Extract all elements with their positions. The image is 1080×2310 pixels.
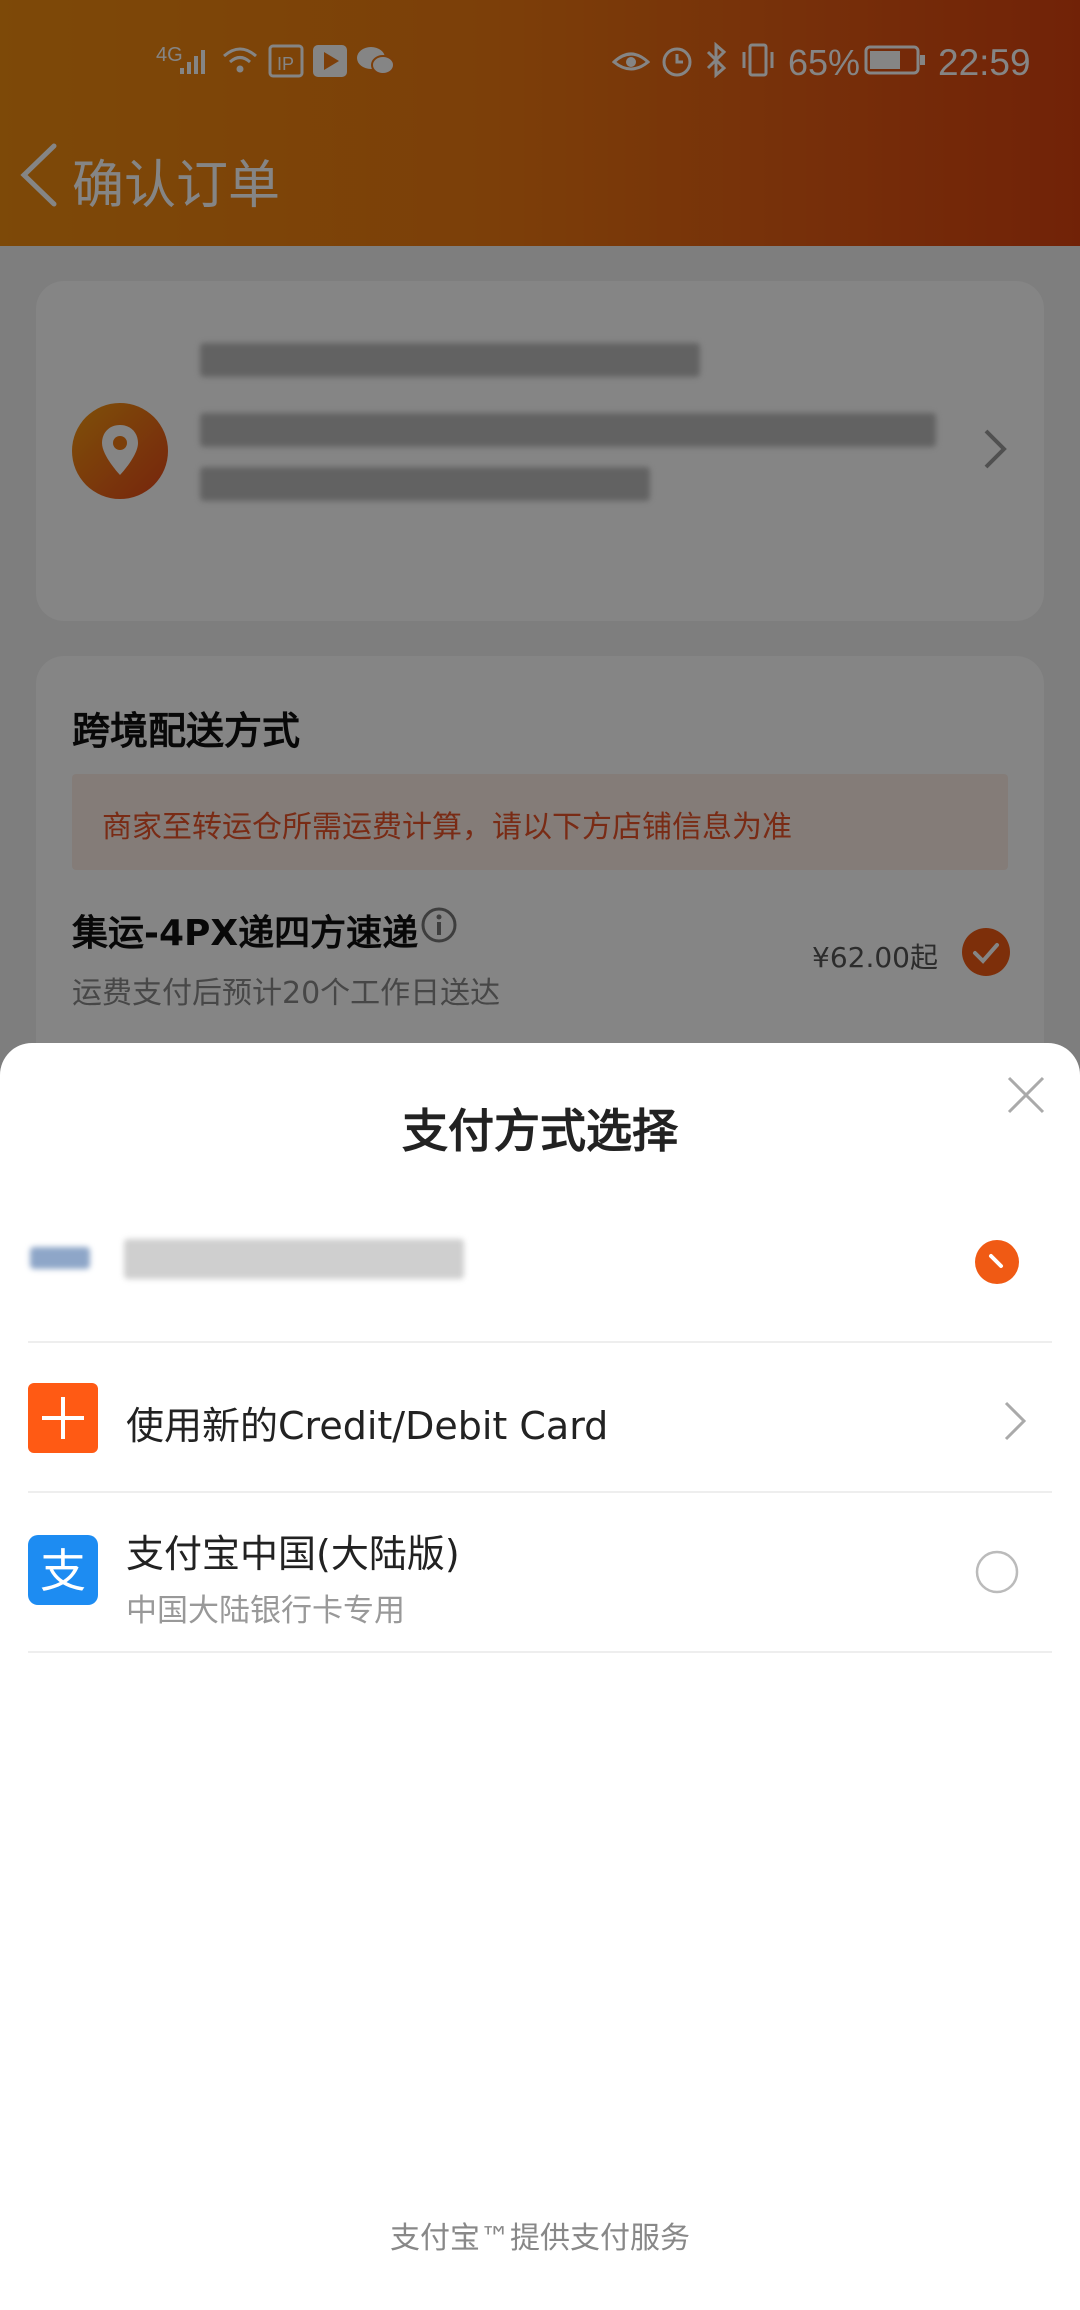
divider [28,1651,1052,1653]
radio-selected-icon[interactable] [974,1239,1020,1285]
alipay-sublabel: 中国大陆银行卡专用 [126,1593,405,1629]
sheet-footer: 支付宝™提供支付服务 [390,2221,690,2256]
saved-card-option[interactable] [0,1209,1080,1309]
add-card-icon [28,1383,98,1453]
new-card-option[interactable]: 使用新的Credit/Debit Card [0,1343,1080,1493]
alipay-logo-icon: 支 [28,1535,98,1605]
new-card-label: 使用新的Credit/Debit Card [126,1404,609,1448]
alipay-label: 支付宝中国(大陆版) [126,1532,460,1576]
svg-text:支: 支 [40,1544,86,1598]
close-icon[interactable] [1004,1073,1048,1117]
redacted-card-number [124,1239,464,1279]
redacted-card-logo [30,1247,90,1269]
alipay-option[interactable]: 支 支付宝中国(大陆版) 中国大陆银行卡专用 [0,1493,1080,1653]
chevron-right-icon [1004,1401,1027,1441]
payment-method-sheet: 支付方式选择 使用新的Credit/Debit Card 支 支付宝中国(大陆版… [0,1043,1080,2310]
sheet-title: 支付方式选择 [402,1104,678,1158]
radio-unselected-icon[interactable] [974,1549,1020,1595]
